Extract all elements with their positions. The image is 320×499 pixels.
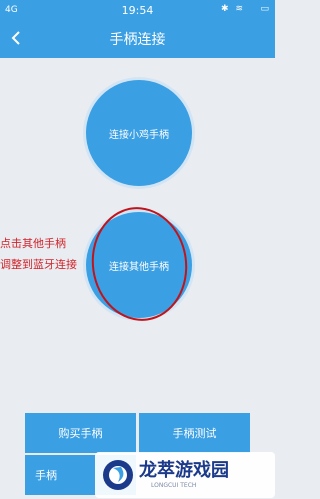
- buy-controller-button[interactable]: 购买手柄: [25, 413, 136, 453]
- annotation-line-1: 点击其他手柄: [0, 237, 66, 250]
- connect-xiaoji-controller-button[interactable]: 连接小鸡手柄: [86, 80, 192, 186]
- page-title: 手柄连接: [109, 32, 166, 48]
- watermark-title: 龙萃游戏园: [139, 460, 229, 481]
- logo-icon: [103, 460, 133, 490]
- bluetooth-wifi-icons: ✱ ≋: [221, 4, 245, 14]
- connect-xiaoji-label: 连接小鸡手柄: [109, 129, 169, 141]
- annotation-line-2: 调整到蓝牙连接: [0, 258, 77, 271]
- buy-controller-label: 购买手柄: [58, 427, 103, 440]
- controller-third-label: 手柄: [35, 469, 57, 482]
- watermark: 龙萃游戏园 LONGCUI TECH: [95, 452, 275, 498]
- watermark-subtitle: LONGCUI TECH: [151, 482, 197, 489]
- nav-bar: 手柄连接: [0, 20, 275, 58]
- highlight-ring: [84, 200, 195, 328]
- battery-icon: ▭: [260, 4, 269, 14]
- status-bar: 4G 19:54 ✱ ≋ ▭: [0, 0, 275, 20]
- controller-test-button[interactable]: 手柄测试: [139, 413, 250, 453]
- controller-test-label: 手柄测试: [172, 427, 217, 440]
